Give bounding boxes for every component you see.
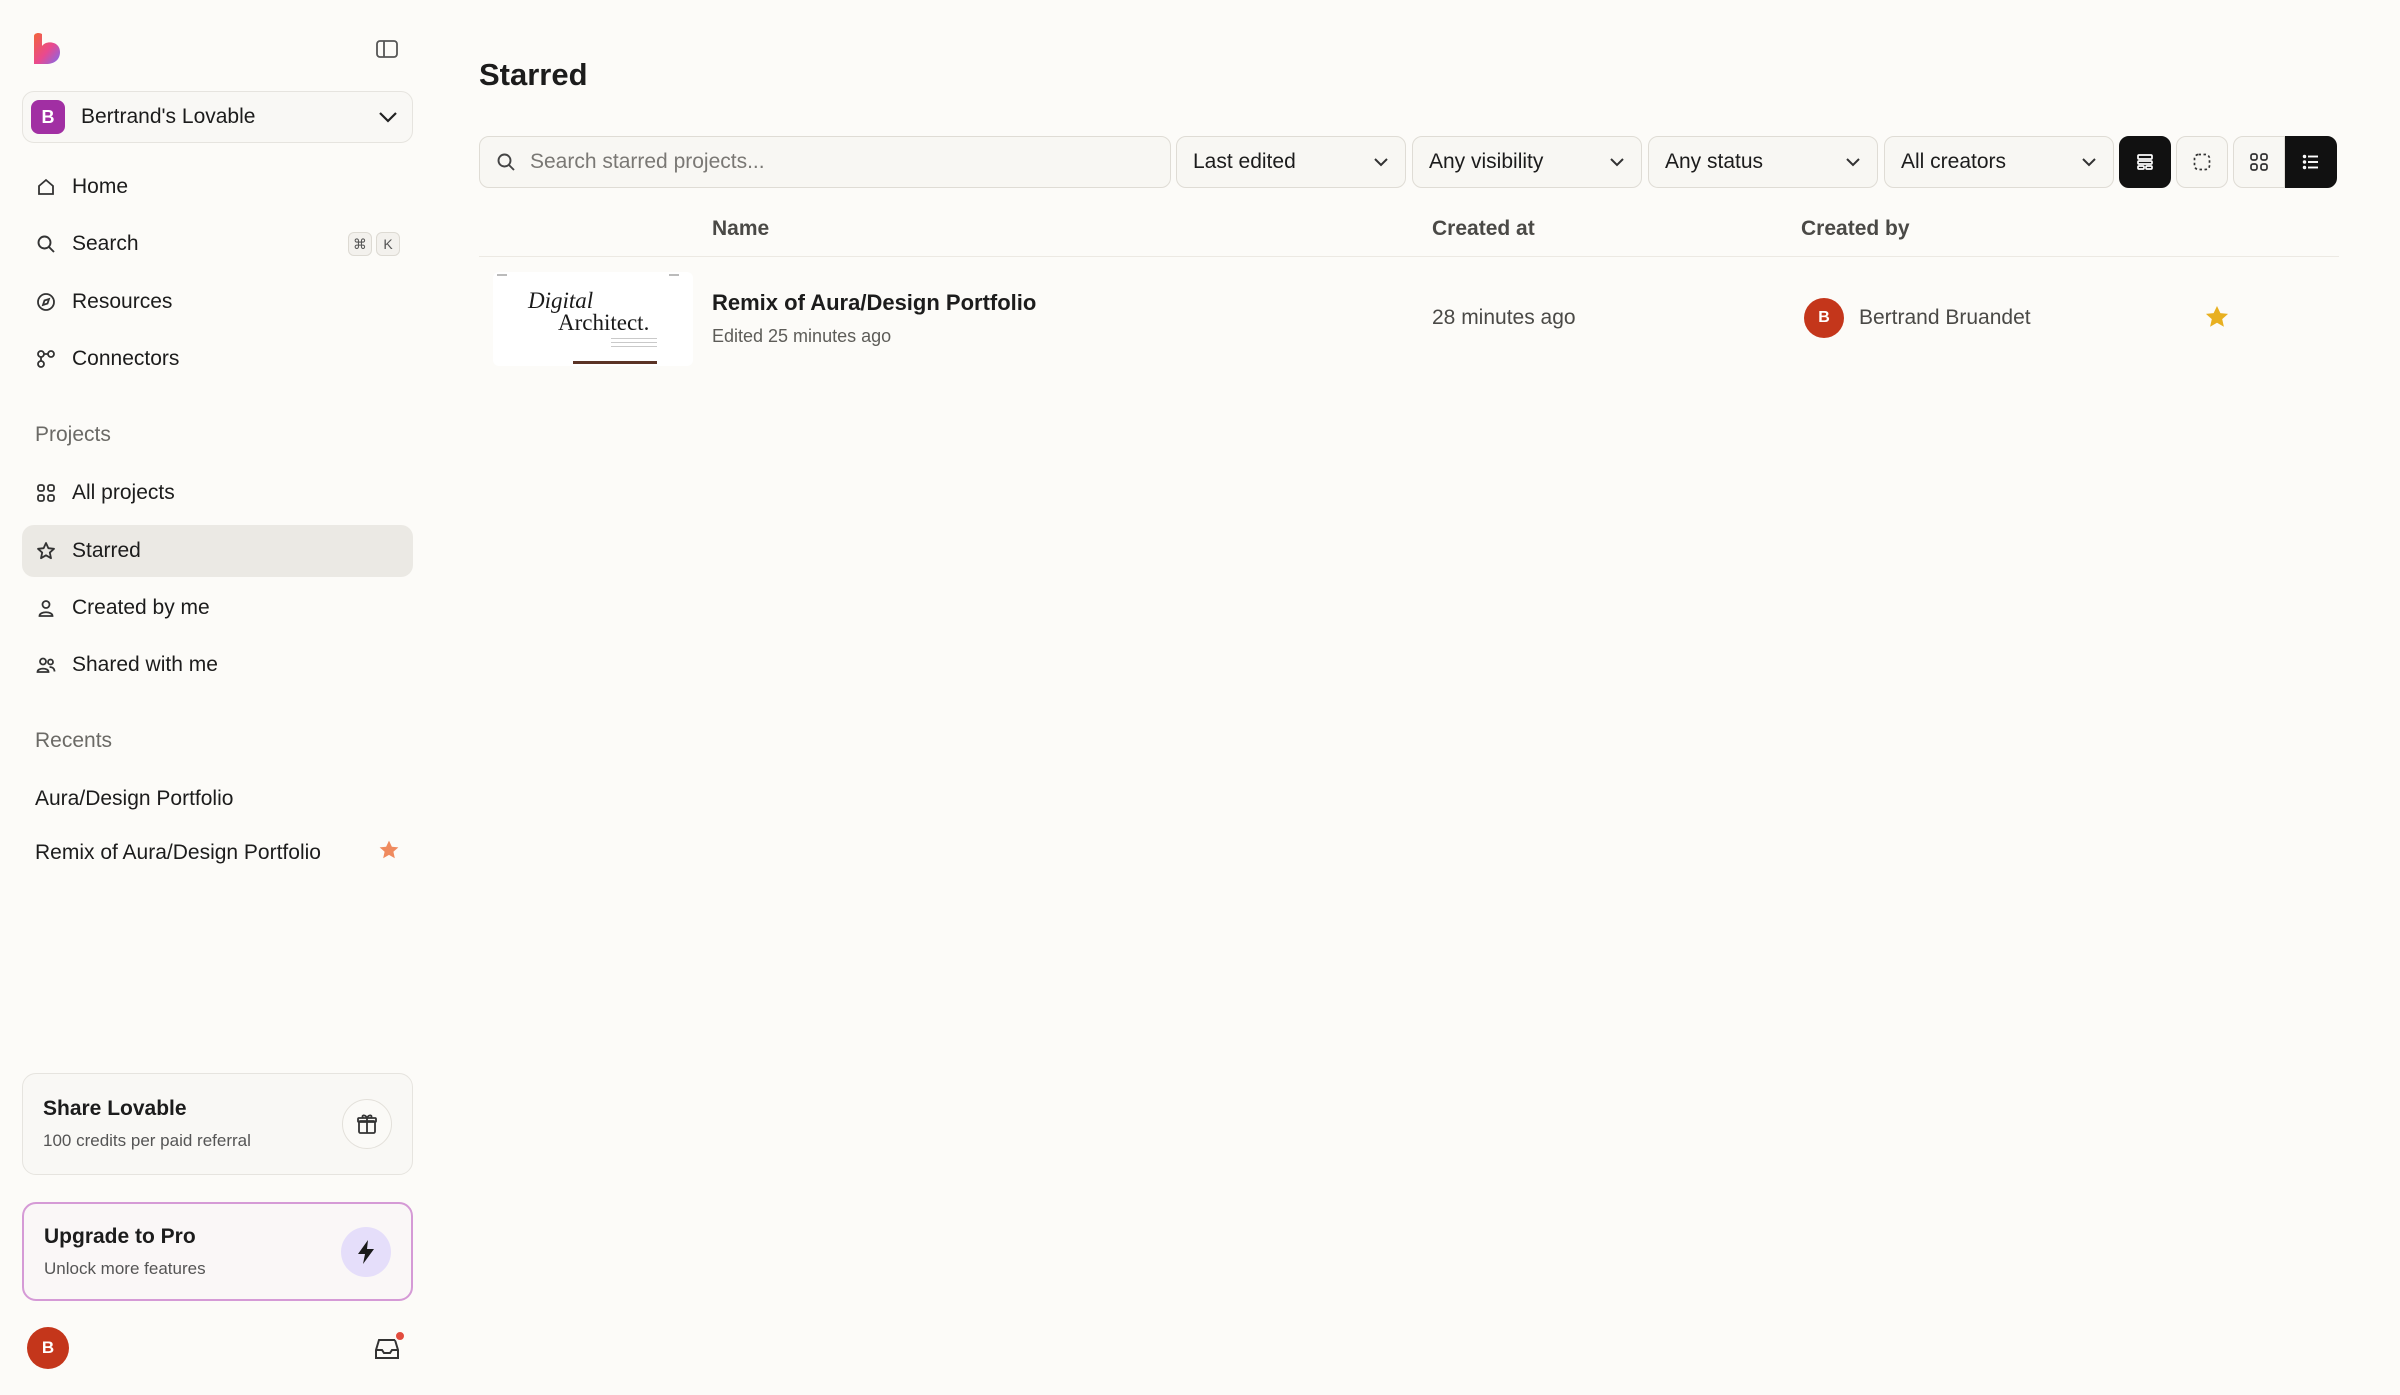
project-edited-time: Edited 25 minutes ago (712, 326, 892, 346)
thumbnail-line1: Digital (528, 288, 594, 313)
recents-section-label: Recents (35, 729, 113, 752)
grid-icon (35, 482, 57, 504)
project-created-at: 28 minutes ago (1432, 306, 1576, 329)
sliders-icon (2137, 154, 2153, 170)
recent-item-label: Aura/Design Portfolio (35, 787, 234, 810)
user-icon (35, 597, 57, 619)
gift-icon[interactable] (342, 1099, 392, 1149)
recent-item[interactable]: Aura/Design Portfolio (22, 775, 413, 823)
nav-label: Shared with me (72, 653, 218, 676)
nav-shared-with-me[interactable]: Shared with me (22, 639, 413, 691)
lovable-logo-icon[interactable] (30, 32, 64, 66)
users-icon (35, 654, 57, 676)
table-row[interactable]: Digital Architect. Remix of Aura/Design … (479, 258, 2339, 378)
column-header-created-at[interactable]: Created at (1432, 217, 1535, 241)
project-thumbnail: Digital Architect. (493, 272, 693, 366)
chevron-down-icon (2082, 158, 2096, 167)
status-value: Any status (1665, 150, 1764, 173)
project-name[interactable]: Remix of Aura/Design Portfolio (712, 290, 1036, 316)
compass-icon (35, 291, 57, 313)
nav-resources[interactable]: Resources (22, 276, 413, 328)
column-header-name[interactable]: Name (712, 217, 769, 241)
sort-dropdown[interactable]: Last edited (1176, 136, 1406, 188)
nav-label: Home (72, 175, 129, 198)
k-key: K (376, 232, 400, 256)
grid-icon (2250, 153, 2268, 171)
workspace-avatar: B (31, 100, 65, 134)
nav-label: Starred (72, 539, 141, 562)
creators-dropdown[interactable]: All creators (1884, 136, 2114, 188)
list-icon (2302, 154, 2318, 170)
list-view-button[interactable] (2285, 136, 2337, 188)
visibility-dropdown[interactable]: Any visibility (1412, 136, 1642, 188)
user-avatar[interactable]: B (27, 1327, 69, 1369)
table-header-divider (479, 256, 2339, 257)
search-icon (497, 153, 515, 171)
select-mode-button[interactable] (2176, 136, 2228, 188)
upgrade-to-pro-card[interactable]: Upgrade to Pro Unlock more features (22, 1202, 413, 1301)
nav-starred[interactable]: Starred (22, 525, 413, 577)
share-card-title: Share Lovable (43, 1097, 187, 1120)
chevron-down-icon (379, 112, 397, 123)
sidebar: B Bertrand's Lovable Home Search ⌘ K Res… (0, 0, 436, 1395)
creator-name: Bertrand Bruandet (1859, 306, 2031, 329)
upgrade-card-title: Upgrade to Pro (44, 1224, 196, 1248)
visibility-value: Any visibility (1429, 150, 1544, 173)
command-key: ⌘ (348, 232, 372, 256)
search-icon (35, 233, 57, 255)
inbox-button[interactable] (370, 1330, 406, 1364)
search-starred-box[interactable] (479, 136, 1171, 188)
lightning-icon[interactable] (341, 1226, 391, 1277)
nav-label: Created by me (72, 596, 210, 619)
creator-avatar: B (1804, 298, 1844, 338)
shortcut-hint: ⌘ K (348, 232, 400, 256)
creators-value: All creators (1901, 150, 2007, 173)
grid-view-button[interactable] (2233, 136, 2285, 188)
notification-dot (394, 1330, 406, 1342)
dashed-square-icon (2193, 153, 2211, 171)
chevron-down-icon (1846, 158, 1860, 167)
sort-value: Last edited (1193, 150, 1296, 173)
nav-created-by-me[interactable]: Created by me (22, 582, 413, 634)
nav-label: All projects (72, 481, 175, 504)
thumbnail-line2: Architect. (558, 310, 650, 335)
thumbnail-accent-bar (573, 361, 657, 364)
thumbnail-decoration (669, 274, 679, 276)
nav-label: Connectors (72, 347, 180, 370)
share-lovable-card[interactable]: Share Lovable 100 credits per paid refer… (22, 1073, 413, 1175)
nav-label: Search (72, 232, 139, 255)
status-dropdown[interactable]: Any status (1648, 136, 1878, 188)
connectors-icon (35, 348, 57, 370)
collapse-sidebar-button[interactable] (370, 34, 404, 64)
recent-item[interactable]: Remix of Aura/Design Portfolio (22, 829, 413, 877)
nav-label: Resources (72, 290, 173, 313)
nav-connectors[interactable]: Connectors (22, 333, 413, 385)
page-title: Starred (479, 57, 588, 92)
starred-star-icon[interactable] (378, 839, 400, 867)
nav-all-projects[interactable]: All projects (22, 467, 413, 519)
chevron-down-icon (1374, 158, 1388, 167)
recent-item-label: Remix of Aura/Design Portfolio (35, 841, 321, 864)
home-icon (35, 176, 57, 198)
nav-home[interactable]: Home (22, 161, 413, 213)
star-toggle-icon[interactable] (2204, 304, 2230, 330)
chevron-down-icon (1610, 158, 1624, 167)
search-input[interactable] (530, 150, 1154, 174)
workspace-switcher[interactable]: B Bertrand's Lovable (22, 91, 413, 143)
projects-section-label: Projects (35, 423, 111, 446)
thumbnail-heading: Digital Architect. (528, 288, 650, 335)
thumbnail-decoration (497, 274, 507, 276)
nav-search[interactable]: Search ⌘ K (22, 218, 413, 270)
thumbnail-text-lines (611, 338, 657, 350)
filter-toggle-button[interactable] (2119, 136, 2171, 188)
share-card-subtitle: 100 credits per paid referral (43, 1131, 251, 1150)
star-icon (35, 540, 57, 562)
workspace-name: Bertrand's Lovable (81, 105, 256, 128)
upgrade-card-subtitle: Unlock more features (44, 1258, 206, 1278)
column-header-created-by[interactable]: Created by (1801, 217, 1910, 241)
